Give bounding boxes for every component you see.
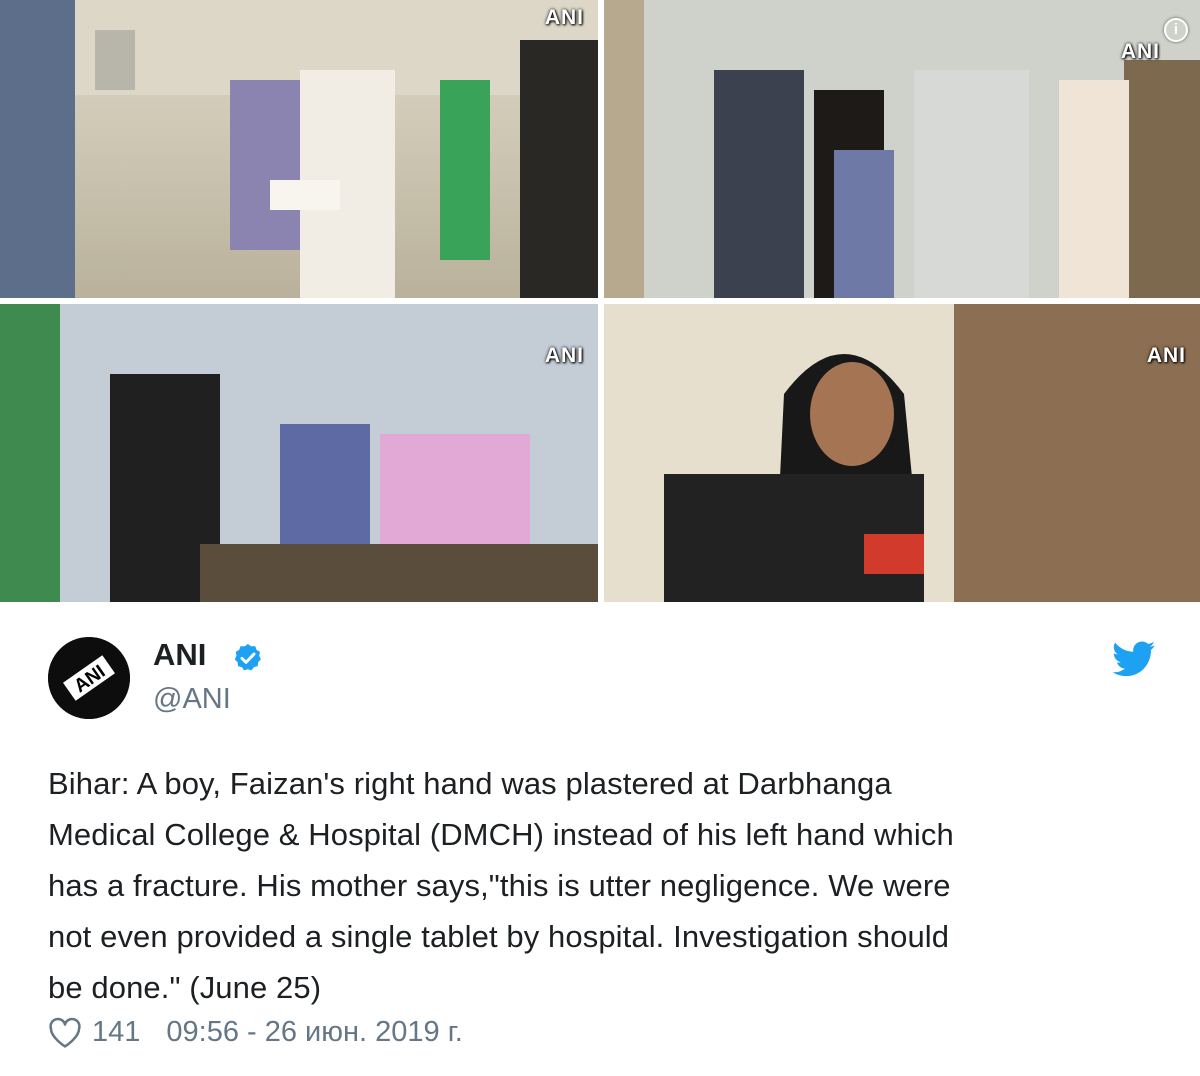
tweet-text-line: Medical College & Hospital (DMCH) instea… (48, 817, 954, 852)
tweet-text-line: has a fracture. His mother says,"this is… (48, 868, 951, 903)
author-avatar[interactable]: ANI (48, 637, 130, 719)
tweet-text: Bihar: A boy, Faizan's right hand was pl… (48, 758, 1168, 1013)
author-name[interactable]: ANI (153, 637, 206, 673)
photo-3-scene (0, 304, 598, 602)
tweet-media-grid[interactable]: ANI ANI i ANI ANI (0, 0, 1200, 602)
tweet-timestamp[interactable]: 09:56 - 26 июн. 2019 г. (166, 1016, 462, 1049)
twitter-bird-icon[interactable] (1112, 641, 1156, 677)
info-icon[interactable]: i (1164, 18, 1188, 42)
tweet-text-line: not even provided a single tablet by hos… (48, 919, 950, 954)
photo-1[interactable]: ANI (0, 0, 598, 298)
verified-badge-icon (234, 644, 261, 671)
tweet-meta: 141 09:56 - 26 июн. 2019 г. (48, 1016, 463, 1049)
ani-logo-icon: ANI (48, 637, 130, 719)
photo-1-scene (0, 0, 598, 298)
media-divider (0, 298, 1200, 304)
ani-watermark: ANI (544, 344, 584, 367)
author-handle[interactable]: @ANI (153, 683, 231, 716)
ani-watermark: ANI (1146, 344, 1186, 367)
photo-2[interactable]: ANI i (604, 0, 1200, 298)
ani-watermark: ANI (544, 6, 584, 29)
photo-4-scene (604, 304, 1200, 602)
photo-2-scene (604, 0, 1200, 298)
ani-watermark: ANI (1120, 40, 1160, 63)
heart-icon[interactable] (48, 1017, 82, 1049)
tweet-text-line: be done." (June 25) (48, 970, 322, 1005)
photo-4[interactable]: ANI (604, 304, 1200, 602)
photo-3[interactable]: ANI (0, 304, 598, 602)
tweet-text-line: Bihar: A boy, Faizan's right hand was pl… (48, 766, 892, 801)
like-count[interactable]: 141 (92, 1016, 140, 1049)
